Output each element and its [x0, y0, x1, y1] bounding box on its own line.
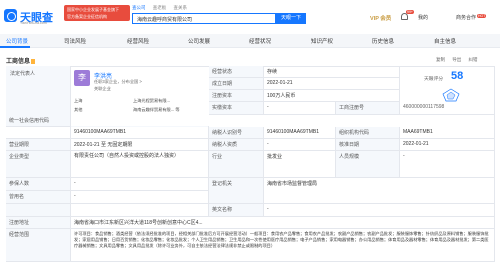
field-label: 工商注册号: [336, 102, 400, 115]
field-label: 实缴资本: [209, 102, 264, 115]
tab-legal-risk[interactable]: 司法风险: [64, 37, 86, 45]
banner-line-2: 官方备案企业征信机构: [67, 14, 107, 19]
related-company-link-2[interactable]: 海南云趣伴贸易有限... 等: [133, 107, 180, 113]
field-value: -: [71, 178, 209, 191]
logo-subtitle: TianYanCha.com: [20, 21, 47, 25]
tab-label: 公司背景: [6, 39, 29, 45]
field-label: 核准日期: [336, 139, 400, 151]
field-label: 英文名称: [209, 204, 264, 217]
field-label: 经营状态: [209, 66, 264, 78]
field-value: 460000000117598: [400, 102, 495, 115]
logo[interactable]: 天眼查 TianYanCha.com: [4, 7, 58, 25]
active-tab-underline: [0, 46, 30, 48]
field-label-blank: [6, 204, 71, 217]
promo-banner[interactable]: 国家中小企业发展子基金旗下 官方备案企业征信机构: [64, 5, 130, 21]
tab-label: 自主信息: [434, 39, 457, 45]
field-value: -: [264, 139, 336, 151]
search-tab-relation[interactable]: 查关系: [174, 5, 188, 10]
section-toolbar: 复制 导出 纠错: [430, 57, 478, 63]
report-error-button[interactable]: 纠错: [469, 57, 478, 62]
field-value: 91460100MAA69TMB1: [71, 127, 209, 139]
field-value: 2022-01-21: [264, 78, 400, 90]
field-label: 纳税人资质: [209, 139, 264, 151]
field-value: 有限责任公司（自然人投资或控股的法人独资）: [71, 151, 209, 178]
field-value: -: [71, 191, 209, 204]
score-chart-icon: [442, 88, 460, 102]
field-value: 91460100MAA69TMB1: [264, 127, 336, 139]
tab-label: 经营状况: [249, 39, 272, 45]
field-value: 2022-01-21: [400, 139, 495, 151]
tab-operation-risk[interactable]: 经营风险: [127, 37, 149, 45]
field-label: 登记机关: [209, 178, 264, 204]
tab-company-development[interactable]: 公司发展: [188, 37, 210, 45]
related-region-1: 上海: [74, 98, 83, 103]
field-label: 营业期限: [6, 139, 71, 151]
tab-company-background[interactable]: 公司背景: [6, 37, 28, 45]
tab-label: 知识产权: [311, 39, 334, 45]
search-tab-boss[interactable]: 查老板: [153, 5, 167, 10]
field-label: 经营范围: [6, 229, 71, 262]
field-label: 注册地址: [6, 217, 71, 229]
field-value: 2022-01-21 至 无固定期限: [71, 139, 209, 151]
field-value-blank: [71, 204, 209, 217]
associated-companies-label: 关联企业: [94, 86, 111, 91]
export-button[interactable]: 导出: [452, 57, 461, 62]
search-box[interactable]: 海南云趣呼商贸有限公司: [132, 13, 276, 24]
field-label: 组织机构代码: [336, 127, 400, 139]
field-value: -: [400, 151, 495, 178]
section-nav: 公司背景 司法风险 经营风险 公司发展 经营状况 知识产权 历史信息 自主信息: [0, 34, 500, 48]
related-region-2: 其他: [74, 107, 83, 112]
field-value: 海南省市场监督管理局: [264, 178, 495, 204]
field-value: -: [264, 102, 336, 115]
tab-label: 司法风险: [64, 39, 87, 45]
field-label: 注册资本: [209, 90, 264, 102]
search-tab-company[interactable]: 查公司: [132, 5, 146, 10]
field-label: 统一社会信用代码: [6, 115, 71, 127]
vip-member-link[interactable]: VIP 会员: [370, 14, 391, 22]
score-label: 天眼评分: [424, 77, 444, 82]
field-value: -: [264, 204, 495, 217]
bell-shape: [401, 13, 408, 20]
field-value: 存续: [264, 66, 400, 78]
tab-label: 历史信息: [372, 39, 395, 45]
field-value: 100万人民币: [264, 90, 400, 102]
notification-badge: 99+: [406, 10, 414, 14]
banner-line-1: 国家中小企业发展子基金旗下: [67, 7, 119, 12]
avatar[interactable]: 李: [74, 70, 90, 86]
tab-self-info[interactable]: 自主信息: [434, 37, 456, 45]
business-link[interactable]: 商务合作 HOT: [456, 14, 487, 21]
section-title: 工商信息: [6, 56, 36, 65]
related-company-link-1[interactable]: 上海光程贸易有限...: [133, 98, 170, 104]
field-label: 人员规模: [336, 151, 400, 178]
registered-address: 海南省海口市江东新区兴洋大道118号创新创意中心C区4...: [71, 217, 495, 229]
field-label: 成立日期: [209, 78, 264, 90]
search-button[interactable]: 天眼一下: [276, 13, 306, 24]
vip-tag-icon: [31, 58, 36, 64]
field-label: 纳税人识别号: [209, 127, 264, 139]
business-label: 商务合作: [456, 15, 477, 21]
search-input[interactable]: 海南云趣呼商贸有限公司: [137, 16, 192, 23]
hot-badge: HOT: [477, 14, 487, 18]
logo-mark-icon: [4, 9, 17, 22]
business-scope-text: 许可项目：食品销售；酒类经营（依法须经批准的项目，经相关部门批准后方可开展经营活…: [71, 229, 495, 262]
field-label: 企业类型: [6, 151, 71, 178]
tab-label: 经营风险: [127, 39, 150, 45]
tab-intellectual-property[interactable]: 知识产权: [311, 37, 333, 45]
field-label-spacer: [6, 127, 71, 139]
legal-rep-summary[interactable]: 任职3家企业，分布全国 >: [94, 79, 142, 85]
tab-history[interactable]: 历史信息: [372, 37, 394, 45]
my-account-link[interactable]: 我的: [418, 14, 428, 21]
field-label: 行业: [209, 151, 264, 178]
score-value: 58: [451, 70, 464, 82]
section-title-text: 工商信息: [6, 59, 31, 65]
copy-button[interactable]: 复制: [436, 57, 445, 62]
tab-label: 公司发展: [188, 39, 211, 45]
tab-operation-status[interactable]: 经营状况: [249, 37, 271, 45]
field-label: 参保人数: [6, 178, 71, 191]
notification-bell-icon[interactable]: 99+: [400, 10, 414, 22]
field-label: 曾用名: [6, 191, 71, 204]
search-tabs: 查公司 查老板 查关系: [132, 5, 193, 11]
field-value: MAA69TMB1: [400, 127, 495, 139]
field-value: 批发业: [264, 151, 336, 178]
